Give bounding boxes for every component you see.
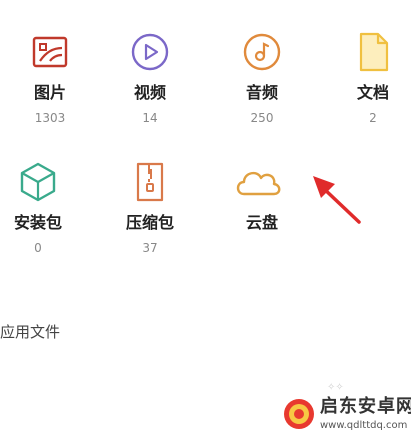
watermark-url: www.qdlttdq.com	[320, 420, 408, 431]
watermark-sparkle-icon: ✧✧	[327, 382, 344, 393]
category-count: 14	[142, 111, 158, 125]
document-icon	[351, 30, 395, 74]
category-count: 1303	[34, 111, 66, 125]
category-count: 250	[250, 111, 274, 125]
watermark: 启东安卓网 www.qdlttdq.com	[282, 394, 411, 438]
video-icon	[128, 30, 172, 74]
category-label: 云盘	[245, 213, 278, 232]
category-count: 2	[369, 111, 377, 125]
red-arrow-icon	[305, 168, 365, 232]
audio-icon	[240, 30, 284, 74]
category-label: 音频	[245, 83, 278, 102]
cloud-icon	[230, 160, 286, 204]
package-icon	[16, 160, 60, 204]
category-label: 文档	[356, 83, 389, 102]
category-count: 0	[34, 241, 42, 255]
category-label: 图片	[33, 83, 66, 102]
watermark-logo-icon	[282, 396, 316, 436]
watermark-name: 启东安卓网	[320, 396, 411, 417]
category-label: 安装包	[13, 213, 62, 232]
zip-icon	[128, 160, 172, 204]
category-label: 压缩包	[125, 213, 174, 232]
category-label: 视频	[133, 83, 166, 102]
section-title: 应用文件	[0, 323, 61, 341]
category-count: 37	[142, 241, 158, 255]
image-icon	[28, 30, 72, 74]
